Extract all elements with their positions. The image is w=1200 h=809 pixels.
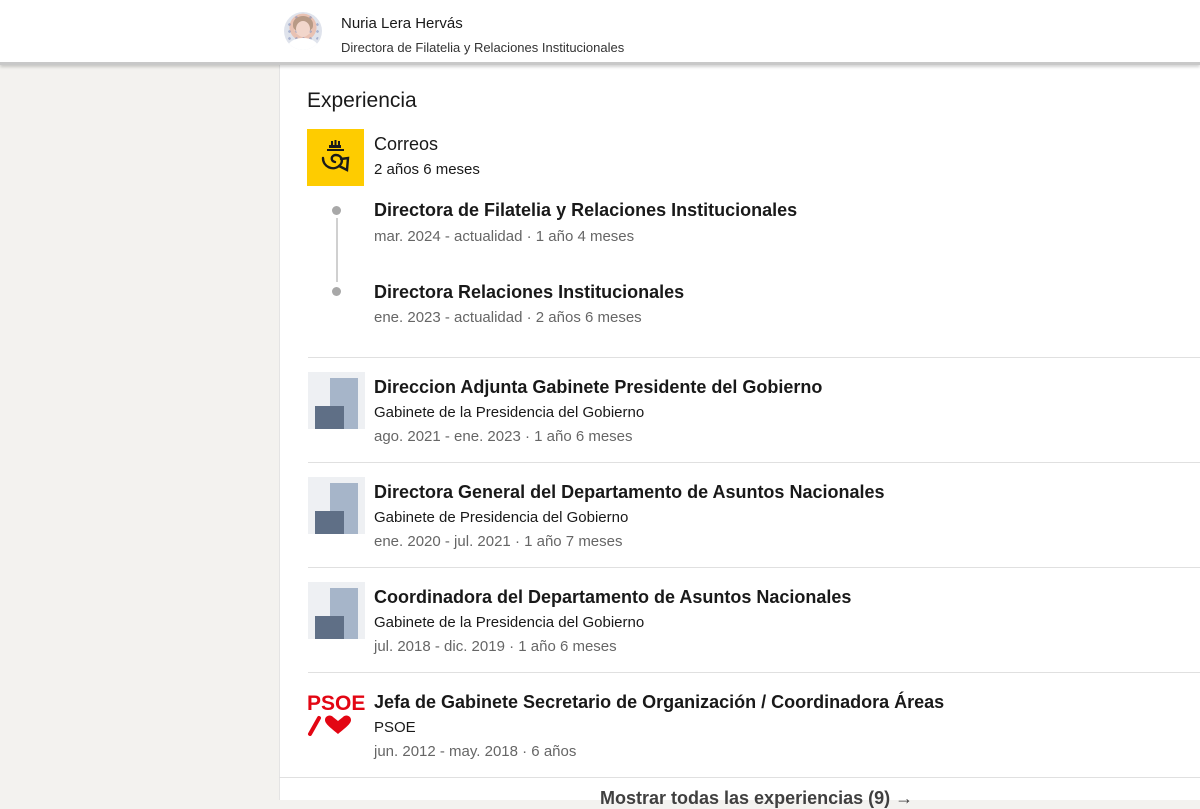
avatar[interactable] bbox=[284, 12, 322, 50]
profile-name[interactable]: Nuria Lera Hervás bbox=[341, 15, 463, 32]
company-placeholder-logo[interactable] bbox=[308, 582, 365, 639]
experience-dates: ene. 2020 - jul. 2021 · 1 año 7 meses bbox=[374, 533, 623, 550]
divider bbox=[279, 777, 1200, 778]
experience-title[interactable]: Jefa de Gabinete Secretario de Organizac… bbox=[374, 692, 944, 713]
profile-headline: Directora de Filatelia y Relaciones Inst… bbox=[341, 40, 625, 55]
divider bbox=[308, 567, 1200, 568]
correos-horn-icon bbox=[321, 140, 350, 172]
role-title[interactable]: Directora Relaciones Institucionales bbox=[374, 282, 684, 303]
timeline-line bbox=[336, 218, 338, 282]
left-background bbox=[0, 65, 279, 800]
experience-dates: jun. 2012 - may. 2018 · 6 años bbox=[374, 743, 577, 760]
divider bbox=[308, 357, 1200, 358]
divider bbox=[308, 462, 1200, 463]
experience-title[interactable]: Direccion Adjunta Gabinete Presidente de… bbox=[374, 377, 822, 398]
experience-company: Gabinete de la Presidencia del Gobierno bbox=[374, 404, 645, 421]
timeline-dot bbox=[332, 287, 341, 296]
role-dates: ene. 2023 - actualidad · 2 años 6 meses bbox=[374, 309, 642, 326]
timeline-dot bbox=[332, 206, 341, 215]
experience-company: Gabinete de la Presidencia del Gobierno bbox=[374, 614, 645, 631]
role-title[interactable]: Directora de Filatelia y Relaciones Inst… bbox=[374, 200, 797, 221]
company-name[interactable]: Correos bbox=[374, 134, 438, 155]
psoe-logo[interactable]: PSOE bbox=[307, 692, 366, 749]
profile-sticky-header: Nuria Lera Hervás Directora de Filatelia… bbox=[0, 0, 1200, 65]
company-placeholder-logo[interactable] bbox=[308, 477, 365, 534]
experience-company: Gabinete de Presidencia del Gobierno bbox=[374, 509, 629, 526]
divider bbox=[308, 672, 1200, 673]
section-title: Experiencia bbox=[307, 89, 417, 112]
show-all-experiences-link[interactable]: Mostrar todas las experiencias (9) → bbox=[600, 788, 913, 809]
experience-title[interactable]: Coordinadora del Departamento de Asuntos… bbox=[374, 587, 851, 608]
experience-company: PSOE bbox=[374, 719, 416, 736]
experience-dates: ago. 2021 - ene. 2023 · 1 año 6 meses bbox=[374, 428, 633, 445]
company-placeholder-logo[interactable] bbox=[308, 372, 365, 429]
experience-title[interactable]: Directora General del Departamento de As… bbox=[374, 482, 885, 503]
company-duration: 2 años 6 meses bbox=[374, 161, 480, 178]
fist-rose-heart-icon bbox=[308, 715, 351, 736]
psoe-logo-text: PSOE bbox=[307, 692, 366, 715]
experience-dates: jul. 2018 - dic. 2019 · 1 año 6 meses bbox=[374, 638, 617, 655]
role-dates: mar. 2024 - actualidad · 1 año 4 meses bbox=[374, 228, 635, 245]
correos-logo[interactable] bbox=[307, 129, 364, 186]
